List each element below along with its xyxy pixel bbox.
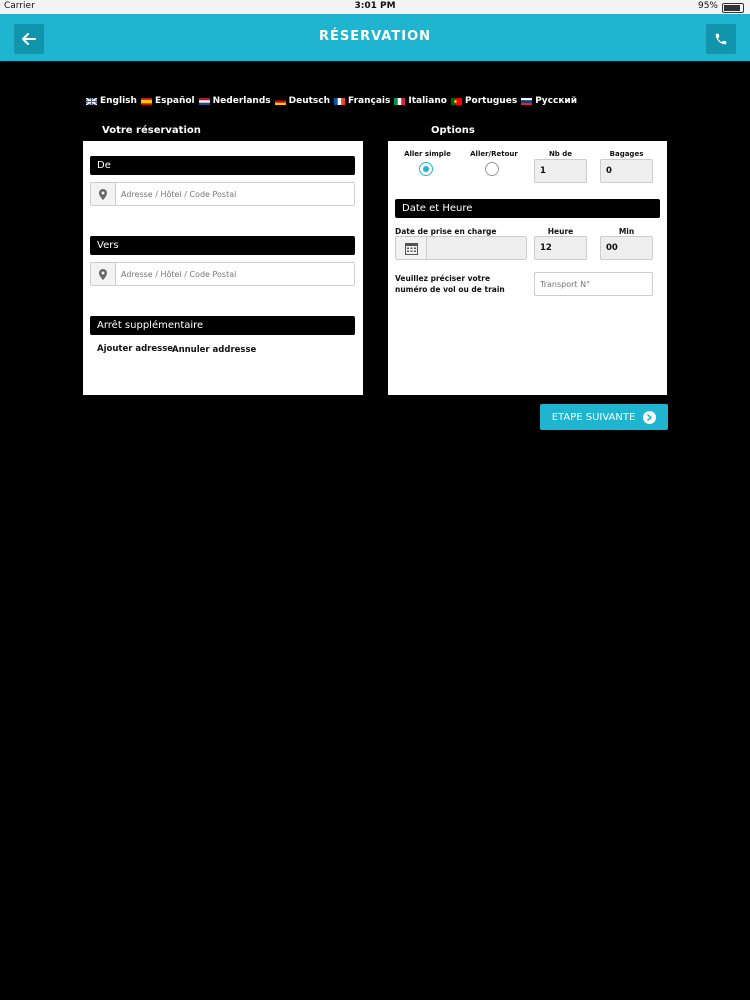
from-address-field (90, 182, 355, 206)
to-address-input[interactable] (116, 263, 354, 285)
min-label: Min (618, 227, 635, 236)
language-francais[interactable]: Français (334, 96, 390, 106)
one-way-radio[interactable] (419, 162, 433, 176)
language-label: Italiano (408, 96, 447, 106)
battery-icon (722, 3, 744, 13)
language-label: Español (154, 96, 195, 106)
language-selector: English Español Nederlands Deutsch Franç… (86, 96, 577, 106)
round-trip-label: Aller/Retour (470, 150, 518, 158)
from-address-input[interactable] (116, 183, 354, 205)
from-header: De (90, 156, 355, 175)
language-russian[interactable]: Русский (521, 96, 577, 106)
options-panel: Aller simple Aller/Retour Nb de passager… (388, 141, 667, 395)
to-header: Vers (90, 236, 355, 255)
flag-fr-icon (334, 97, 346, 105)
flight-train-label-line1: Veuillez préciser votre (395, 274, 491, 283)
flag-de-icon (274, 97, 286, 105)
flag-nl-icon (198, 97, 210, 105)
flag-gb-icon (86, 97, 97, 105)
flight-train-label-line2: numéro de vol ou de train (395, 285, 505, 294)
flag-ru-icon (521, 97, 533, 105)
pickup-date-field[interactable] (395, 236, 527, 260)
map-marker-icon (91, 263, 116, 285)
pickup-date-value (427, 237, 526, 259)
extra-stop-header: Arrêt supplémentaire (90, 316, 355, 335)
flag-pt-icon (450, 97, 462, 105)
flag-it-icon (394, 97, 406, 105)
add-address-button[interactable]: Ajouter adresse (97, 344, 173, 354)
calendar-icon (396, 237, 427, 259)
language-italiano[interactable]: Italiano (394, 96, 447, 106)
map-marker-icon (91, 183, 116, 205)
passengers-input[interactable]: 1 (534, 159, 587, 183)
call-button[interactable] (706, 24, 736, 54)
language-label: Français (348, 96, 391, 106)
baggage-input[interactable]: 0 (600, 159, 653, 183)
chevron-right-circle-icon (643, 410, 657, 424)
language-deutsch[interactable]: Deutsch (274, 96, 331, 106)
language-portugues[interactable]: Portugues (450, 96, 518, 106)
navbar: RÉSERVATION (0, 14, 750, 61)
to-address-field (90, 262, 355, 286)
status-bar: Carrier 3:01 PM 95% (0, 0, 750, 14)
language-label: Русский (535, 96, 578, 106)
options-section-title: Options (431, 125, 475, 136)
pickup-date-label: Date de prise en charge (395, 227, 497, 236)
battery-percent: 95% (697, 1, 718, 11)
language-espanol[interactable]: Español (140, 96, 195, 106)
cancel-address-button[interactable]: Annuler addresse (172, 345, 256, 355)
hour-input[interactable]: 12 (534, 236, 587, 260)
hour-label: Heure (547, 227, 574, 236)
next-step-button[interactable]: ETAPE SUIVANTE (540, 404, 668, 430)
page-title: RÉSERVATION (318, 29, 431, 44)
one-way-label: Aller simple (404, 150, 451, 158)
clock: 3:01 PM (354, 1, 396, 11)
round-trip-radio[interactable] (485, 162, 499, 176)
flag-es-icon (140, 97, 152, 105)
phone-icon (715, 33, 727, 45)
reservation-panel: De Vers Arrêt supplémentaire Ajouter adr… (83, 141, 363, 395)
baggage-label: Bagages (609, 150, 644, 158)
language-nederlands[interactable]: Nederlands (198, 96, 271, 106)
language-label: Portugues (464, 96, 518, 106)
flight-train-label: Veuillez préciser votre numéro de vol ou… (395, 273, 505, 295)
language-label: Nederlands (212, 96, 271, 106)
min-input[interactable]: 00 (600, 236, 653, 260)
language-label: Deutsch (288, 96, 331, 106)
language-label: English (100, 96, 137, 106)
transport-number-input[interactable] (534, 272, 653, 296)
next-step-label: ETAPE SUIVANTE (551, 411, 636, 423)
date-time-header: Date et Heure (395, 199, 660, 218)
reservation-section-title: Votre réservation (102, 125, 201, 136)
language-english[interactable]: English (86, 96, 137, 106)
